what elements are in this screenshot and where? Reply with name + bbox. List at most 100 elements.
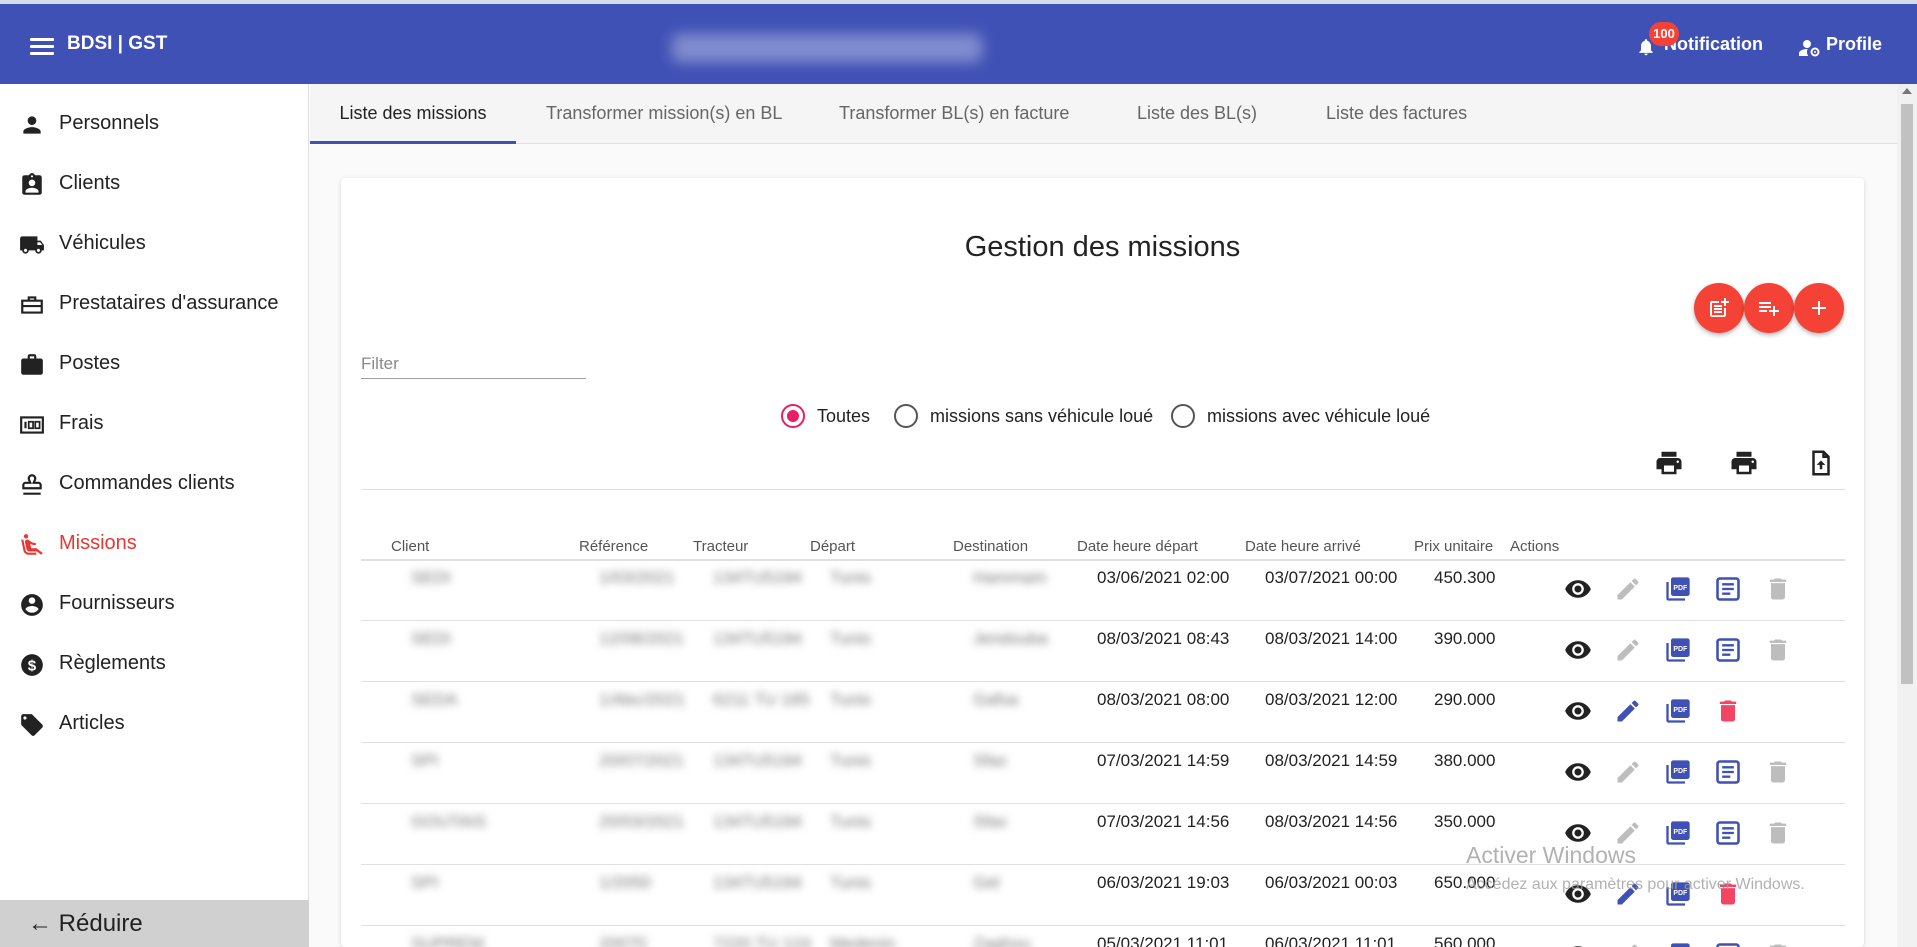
radio-label: missions avec véhicule loué: [1207, 406, 1431, 426]
divider: [361, 489, 1845, 490]
sidebar-item-postes[interactable]: Postes: [0, 336, 309, 392]
column-header-prix[interactable]: Prix unitaire: [1414, 538, 1493, 555]
table-row[interactable]: SPI 20/07/2021 134TU5194 Tunis Sfax 07/03/202…: [361, 744, 1845, 804]
pdf-icon[interactable]: PDF: [1664, 819, 1692, 847]
sidebar-item-vehicules[interactable]: Véhicules: [0, 216, 309, 272]
add-mission-button[interactable]: [1794, 283, 1844, 333]
cell-reference: 20070: [599, 934, 647, 947]
cell-tracteur: 6211 TU 185: [713, 690, 810, 709]
tab-liste-factures[interactable]: Liste des factures: [1326, 84, 1467, 144]
missions-card: Gestion des missions Toutes missions san…: [341, 178, 1864, 947]
dollar-icon: $: [21, 654, 43, 676]
sidebar-item-label: Frais: [59, 412, 104, 434]
cell-destination: Gel: [973, 873, 1000, 892]
cell-client: SPI: [411, 751, 439, 770]
cell-destination: Gafsa: [973, 690, 1019, 709]
column-header-client[interactable]: Client: [391, 538, 429, 555]
sidebar-item-clients[interactable]: Clients: [0, 156, 309, 212]
view-icon[interactable]: [1564, 941, 1592, 947]
cell-date-arrivee: 08/03/2021 14:56: [1265, 812, 1398, 831]
arrow-left-icon: ←: [28, 910, 59, 937]
table-row[interactable]: SEDI 1/03/2021 134TU5194 Tunis Hammam 03/06/2…: [361, 561, 1845, 621]
cell-reference: 1/2050: [599, 873, 651, 892]
seat-icon: [21, 534, 43, 555]
table-row[interactable]: SPI 1/2050 134TU5194 Tunis Gel 06/03/2021 19:…: [361, 866, 1845, 926]
column-header-destination[interactable]: Destination: [953, 538, 1028, 555]
sidebar-item-label: Fournisseurs: [59, 592, 175, 614]
export-file-icon[interactable]: [1806, 448, 1836, 478]
table-row[interactable]: SUPREM 20070 7220 TU 124 Medenin Zaghou 05/03…: [361, 927, 1845, 947]
edit-icon: [1617, 578, 1639, 600]
view-icon[interactable]: [1564, 758, 1592, 786]
column-header-depart[interactable]: Départ: [810, 538, 855, 555]
menu-icon[interactable]: [30, 38, 54, 56]
cell-date-depart: 08/03/2021 08:43: [1097, 629, 1230, 648]
column-header-tracteur[interactable]: Tracteur: [693, 538, 748, 555]
tab-liste-missions[interactable]: Liste des missions: [310, 84, 516, 144]
report-icon: [1710, 298, 1729, 317]
details-icon[interactable]: [1714, 941, 1742, 947]
notification-button[interactable]: 100 Notification: [1636, 22, 1763, 56]
sidebar-item-commandes[interactable]: Commandes clients: [0, 456, 309, 512]
sidebar-item-personnels[interactable]: Personnels: [0, 96, 309, 152]
pdf-icon[interactable]: PDF: [1664, 941, 1692, 947]
cell-tracteur: 134TU5194: [713, 629, 802, 648]
cell-reference: 20/03/2021: [599, 812, 685, 831]
delete-icon[interactable]: [1714, 697, 1742, 725]
sidebar-item-missions[interactable]: Missions: [0, 516, 309, 572]
profile-label: Profile: [1826, 34, 1883, 54]
scroll-up-arrow-icon[interactable]: [1902, 88, 1912, 94]
svg-text:PDF: PDF: [1673, 768, 1688, 775]
top-app-bar: BDSI | GST 100 Notification Profile: [0, 0, 1917, 84]
edit-icon[interactable]: [1614, 697, 1642, 725]
tab-transformer-missions[interactable]: Transformer mission(s) en BL: [546, 84, 782, 144]
details-icon[interactable]: [1714, 575, 1742, 603]
details-icon[interactable]: [1714, 758, 1742, 786]
cell-depart: Medenin: [830, 934, 896, 947]
view-icon[interactable]: [1564, 636, 1592, 664]
pdf-icon[interactable]: PDF: [1664, 758, 1692, 786]
tab-transformer-bl[interactable]: Transformer BL(s) en facture: [839, 84, 1069, 144]
notification-label: Notification: [1664, 34, 1763, 54]
add-list-button[interactable]: [1744, 283, 1794, 333]
filter-input[interactable]: [361, 349, 586, 379]
tab-liste-bl[interactable]: Liste des BL(s): [1137, 84, 1257, 144]
cell-depart: Tunis: [830, 873, 871, 892]
pdf-icon[interactable]: PDF: [1664, 575, 1692, 603]
column-header-reference[interactable]: Référence: [579, 538, 648, 555]
tag-icon: [21, 714, 43, 736]
profile-button[interactable]: Profile: [1797, 34, 1883, 57]
cell-client: SEDI: [411, 629, 451, 648]
sidebar-item-prestataires[interactable]: Prestataires d'assurance: [0, 276, 309, 332]
scrollbar-thumb[interactable]: [1901, 104, 1913, 684]
delete-icon: [1769, 578, 1787, 600]
cell-prix: 450.300: [1434, 568, 1496, 587]
table-row[interactable]: SEDA 1/Abc/2021 6211 TU 185 Tunis Gafsa 08/03…: [361, 683, 1845, 743]
sidebar-item-fournisseurs[interactable]: Fournisseurs: [0, 576, 309, 632]
reduce-sidebar-button[interactable]: ← Réduire: [0, 900, 309, 947]
scrollbar[interactable]: [1897, 84, 1917, 947]
column-header-date-arrivee[interactable]: Date heure arrivé: [1245, 538, 1361, 555]
report-button[interactable]: [1694, 283, 1744, 333]
sidebar-item-articles[interactable]: Articles: [0, 696, 309, 752]
sidebar-item-reglements[interactable]: $ Règlements: [0, 636, 309, 692]
blurred-company-name: [672, 34, 982, 62]
edit-icon: [1631, 944, 1638, 947]
view-icon[interactable]: [1564, 697, 1592, 725]
table-row[interactable]: SEDI 12/08/2021 134TU5194 Tunis Jendouba 08/0…: [361, 622, 1845, 682]
sidebar-item-label: Commandes clients: [59, 472, 235, 494]
plus-icon: [1812, 301, 1826, 315]
sidebar-item-frais[interactable]: Frais: [0, 396, 309, 452]
details-icon[interactable]: [1714, 636, 1742, 664]
user-settings-icon: [1799, 40, 1820, 57]
print-icon[interactable]: [1654, 448, 1684, 478]
print-icon[interactable]: [1729, 448, 1759, 478]
cell-tracteur: 134TU5194: [713, 812, 802, 831]
details-icon[interactable]: [1714, 819, 1742, 847]
pdf-icon[interactable]: PDF: [1664, 697, 1692, 725]
column-header-date-depart[interactable]: Date heure départ: [1077, 538, 1198, 555]
view-icon[interactable]: [1564, 575, 1592, 603]
pdf-icon[interactable]: PDF: [1664, 636, 1692, 664]
contact-badge-icon: [22, 173, 42, 195]
sidebar-item-label: Clients: [59, 172, 121, 194]
